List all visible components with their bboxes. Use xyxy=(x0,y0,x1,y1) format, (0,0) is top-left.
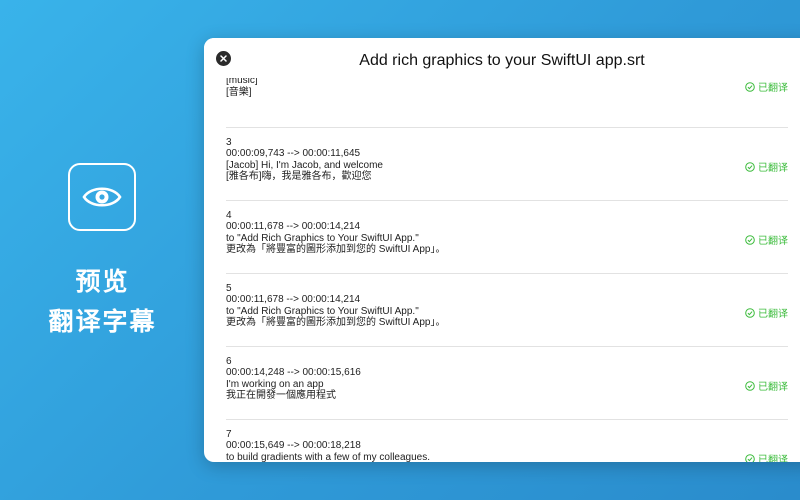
entry-timecode: 00:00:14,248 --> 00:00:15,616 xyxy=(226,367,361,379)
subtitle-text: 4 00:00:11,678 --> 00:00:14,214 to "Add … xyxy=(226,210,445,255)
entry-index: 6 xyxy=(226,356,232,367)
promo-title-line2: 翻译字幕 xyxy=(48,307,157,336)
entry-translation-text: [音樂] xyxy=(226,86,252,98)
check-circle-icon xyxy=(745,161,755,172)
check-circle-icon xyxy=(745,81,755,92)
entry-source-text: to "Add Rich Graphics to Your SwiftUI Ap… xyxy=(226,305,419,317)
subtitle-window: Add rich graphics to your SwiftUI app.sr… xyxy=(204,38,800,462)
subtitle-text: 3 00:00:09,743 --> 00:00:11,645 [Jacob] … xyxy=(226,137,383,182)
subtitle-text: 7 00:00:15,649 --> 00:00:18,218 to build… xyxy=(226,429,430,462)
entry-index: 7 xyxy=(226,429,232,440)
subtitle-entry[interactable]: 4 00:00:11,678 --> 00:00:14,214 to "Add … xyxy=(226,201,788,274)
subtitle-entry[interactable]: 7 00:00:15,649 --> 00:00:18,218 to build… xyxy=(226,420,788,462)
status-label: 已翻译 xyxy=(758,83,788,94)
entry-index: 4 xyxy=(226,210,232,221)
translated-status: 已翻译 xyxy=(745,79,788,94)
entry-timecode: 00:00:11,678 --> 00:00:14,214 xyxy=(226,294,361,306)
entry-index: 3 xyxy=(226,137,232,148)
status-label: 已翻译 xyxy=(758,236,788,247)
entry-timecode: 00:00:09,743 --> 00:00:11,645 xyxy=(226,148,361,160)
entry-index: 5 xyxy=(226,283,232,294)
eye-icon xyxy=(82,187,122,207)
entry-translation-text: 更改為「將豐富的圖形添加到您的 SwiftUI App」。 xyxy=(226,316,446,328)
entry-timecode: 00:00:11,678 --> 00:00:14,214 xyxy=(226,221,361,233)
subtitle-text: 6 00:00:14,248 --> 00:00:15,616 I'm work… xyxy=(226,356,361,401)
subtitle-entry[interactable]: 3 00:00:09,743 --> 00:00:11,645 [Jacob] … xyxy=(226,128,788,201)
status-label: 已翻译 xyxy=(758,309,788,320)
status-label: 已翻译 xyxy=(758,455,788,462)
entry-translation-text: [雅各布]嗨，我是雅各布，歡迎您 xyxy=(226,170,372,182)
check-circle-icon xyxy=(745,380,755,391)
subtitle-list[interactable]: 00:00:02,135 --> 00:00:07,140 [music] [音… xyxy=(204,78,800,462)
entry-source-text: to build gradients with a few of my coll… xyxy=(226,451,430,462)
entry-translation-text: 更改為「將豐富的圖形添加到您的 SwiftUI App」。 xyxy=(226,243,446,255)
promo-panel: 预览 翻译字幕 xyxy=(0,0,205,500)
subtitle-text: 5 00:00:11,678 --> 00:00:14,214 to "Add … xyxy=(226,283,445,328)
status-label: 已翻译 xyxy=(758,163,788,174)
entry-source-text: [Jacob] Hi, I'm Jacob, and welcome xyxy=(226,159,383,171)
translated-status: 已翻译 xyxy=(745,378,788,393)
check-circle-icon xyxy=(745,453,755,462)
subtitle-entry[interactable]: 6 00:00:14,248 --> 00:00:15,616 I'm work… xyxy=(226,347,788,420)
preview-app-icon xyxy=(68,163,136,231)
translated-status: 已翻译 xyxy=(745,232,788,247)
subtitle-entry[interactable]: 5 00:00:11,678 --> 00:00:14,214 to "Add … xyxy=(226,274,788,347)
subtitle-text: 00:00:02,135 --> 00:00:07,140 [music] [音… xyxy=(226,78,361,98)
entry-source-text: to "Add Rich Graphics to Your SwiftUI Ap… xyxy=(226,232,419,244)
subtitle-entry[interactable]: 00:00:02,135 --> 00:00:07,140 [music] [音… xyxy=(226,78,788,128)
promo-title-line1: 预览 xyxy=(75,267,130,296)
translated-status: 已翻译 xyxy=(745,159,788,174)
title-bar: Add rich graphics to your SwiftUI app.sr… xyxy=(204,38,800,78)
status-label: 已翻译 xyxy=(758,382,788,393)
translated-status: 已翻译 xyxy=(745,451,788,462)
entry-source-text: I'm working on an app xyxy=(226,378,324,390)
translated-status: 已翻译 xyxy=(745,305,788,320)
window-title: Add rich graphics to your SwiftUI app.sr… xyxy=(359,52,645,69)
check-circle-icon xyxy=(745,234,755,245)
entry-timecode: 00:00:15,649 --> 00:00:18,218 xyxy=(226,440,361,452)
entry-source-text: [music] xyxy=(226,78,258,87)
check-circle-icon xyxy=(745,307,755,318)
entry-translation-text: 我正在開發一個應用程式 xyxy=(226,389,336,401)
